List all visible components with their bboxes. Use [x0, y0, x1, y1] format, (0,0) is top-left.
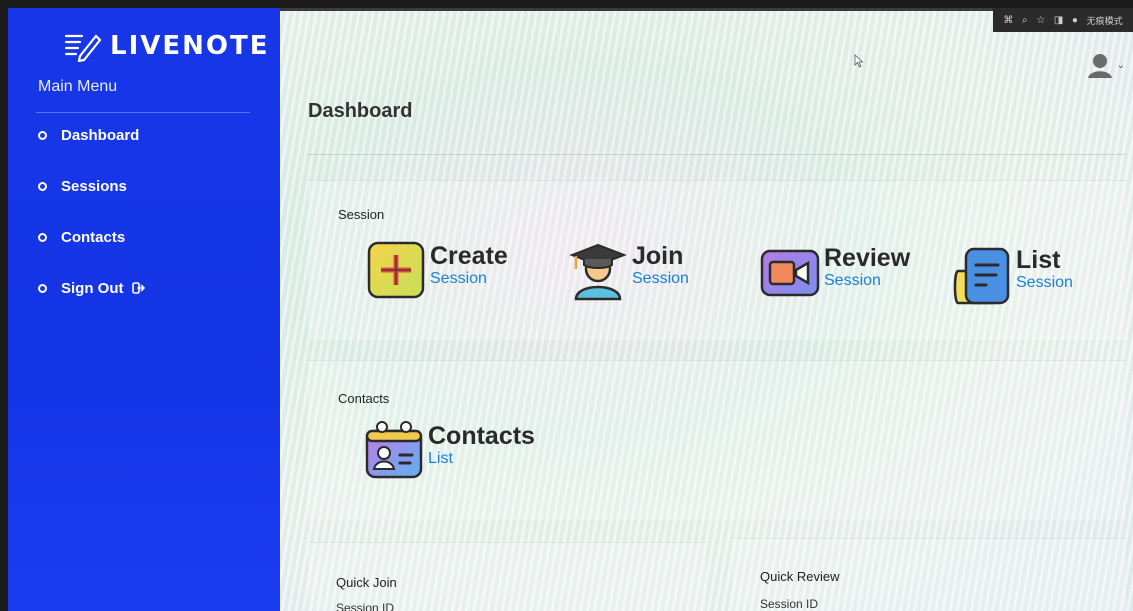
plus-icon [367, 241, 425, 299]
sidebar-item-label: Sessions [61, 177, 127, 195]
bullet-icon [38, 283, 47, 293]
sign-out-icon [131, 282, 145, 294]
browser-toolbar: ⌘ ⌕ ☆ ◨ ● 无痕模式 [993, 8, 1133, 32]
main-menu-heading: Main Menu [38, 78, 118, 95]
sidebar-item-dashboard[interactable]: Dashboard [38, 123, 139, 147]
app-window: LIVENOTE Main Menu Dashboard Sessions Co… [0, 0, 1133, 611]
session-card: Session Create Session Join Session Revi… [308, 180, 1126, 340]
create-session-button[interactable]: Create Session [366, 239, 508, 301]
session-section-label: Session [338, 207, 385, 222]
list-session-button[interactable]: List Session [952, 243, 1073, 305]
title-divider [308, 154, 1126, 155]
quick-join-heading: Quick Join [336, 575, 397, 590]
incognito-icon[interactable]: ● [1072, 15, 1078, 26]
quick-join-session-id-label: Session ID [336, 601, 395, 611]
quick-review-card: Quick Review Session ID [732, 538, 1126, 611]
contacts-card: Contacts Contacts List [308, 360, 1126, 520]
action-subtitle: Session [824, 272, 881, 289]
mouse-cursor-icon [854, 54, 864, 68]
contacts-list-button[interactable]: Contacts List [364, 419, 535, 481]
sidebar-item-label: Contacts [61, 228, 126, 246]
bullet-icon [38, 232, 47, 242]
user-avatar[interactable]: ⌄ [1085, 50, 1125, 80]
action-title: Review [824, 244, 911, 272]
notebook-pen-icon [64, 34, 102, 62]
action-title: Contacts [428, 422, 535, 450]
key-icon[interactable]: ⌘ [1003, 15, 1013, 26]
bullet-icon [38, 130, 47, 140]
page-title: Dashboard [308, 100, 413, 122]
browser-edge [280, 8, 993, 11]
action-subtitle: List [428, 450, 453, 467]
action-title: Create [430, 242, 508, 270]
incognito-label: 无痕模式 [1086, 15, 1123, 26]
menu-divider [36, 112, 250, 113]
action-subtitle: Session [1016, 274, 1073, 291]
contact-card-icon [365, 421, 423, 479]
sidebar-item-sessions[interactable]: Sessions [38, 174, 127, 198]
action-title: Join [632, 242, 684, 270]
bullet-icon [38, 181, 47, 191]
quick-join-card: Quick Join Session ID [308, 542, 706, 611]
sidebar-item-sign-out[interactable]: Sign Out [38, 276, 146, 300]
action-subtitle: Session [632, 270, 689, 287]
sidebar: LIVENOTE Main Menu Dashboard Sessions Co… [8, 8, 280, 611]
chevron-down-icon: ⌄ [1116, 60, 1125, 71]
user-icon [1088, 54, 1112, 78]
join-session-button[interactable]: Join Session [568, 239, 689, 301]
main-content: ⌘ ⌕ ☆ ◨ ● 无痕模式 ⌄ Dashboard Session Creat… [280, 8, 1133, 611]
graduate-icon [569, 243, 627, 301]
sidepanel-icon[interactable]: ◨ [1054, 15, 1063, 26]
video-camera-icon [760, 249, 820, 297]
sidebar-item-contacts[interactable]: Contacts [38, 225, 125, 249]
zoom-icon[interactable]: ⌕ [1022, 15, 1028, 26]
document-list-icon [953, 247, 1010, 305]
quick-review-session-id-label: Session ID [760, 597, 819, 611]
action-title: List [1016, 246, 1061, 274]
star-icon[interactable]: ☆ [1036, 15, 1045, 26]
review-session-button[interactable]: Review Session [760, 241, 910, 303]
sidebar-item-label: Sign Out [61, 279, 124, 297]
brand-name: LIVENOTE [110, 31, 270, 61]
contacts-section-label: Contacts [338, 391, 390, 406]
action-subtitle: Session [430, 270, 487, 287]
brand-logo[interactable]: LIVENOTE [64, 26, 269, 66]
quick-review-heading: Quick Review [760, 569, 840, 584]
sidebar-item-label: Dashboard [61, 126, 140, 144]
